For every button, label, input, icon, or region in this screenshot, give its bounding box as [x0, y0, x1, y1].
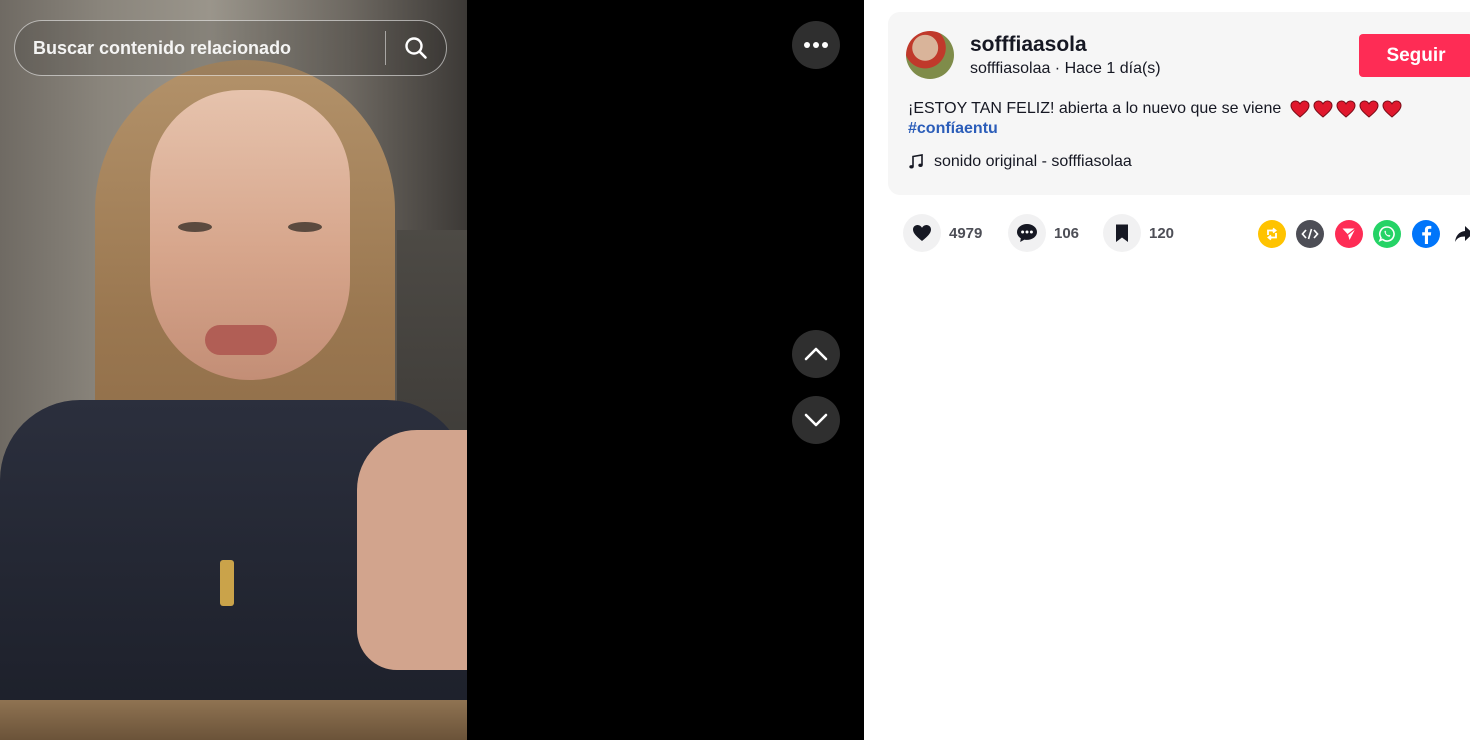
facebook-icon [1422, 225, 1432, 244]
comment-button[interactable]: 106 [1008, 214, 1079, 252]
whatsapp-button[interactable] [1373, 220, 1401, 248]
send-button[interactable] [1335, 220, 1363, 248]
video-person-mouth [205, 325, 277, 355]
heart-emoji-icon [1382, 100, 1402, 118]
repost-button[interactable] [1258, 220, 1286, 248]
search-input[interactable] [15, 21, 385, 75]
caption-text: ¡ESTOY TAN FELIZ! abierta a lo nuevo que… [908, 100, 1282, 117]
heart-icon [913, 225, 931, 241]
author-meta: sofffiasolaa · Hace 1 día(s) [970, 60, 1161, 77]
send-icon [1342, 228, 1356, 240]
embed-icon [1301, 228, 1319, 240]
more-share-button[interactable] [1450, 220, 1470, 248]
heart-emoji-icon [1313, 100, 1333, 118]
save-button[interactable]: 120 [1103, 214, 1174, 252]
related-search-bar[interactable] [14, 20, 447, 76]
comment-count: 106 [1054, 224, 1080, 242]
comment-icon [1017, 224, 1037, 242]
video-player[interactable] [0, 0, 864, 740]
comment-icon-wrap [1008, 214, 1046, 252]
chevron-up-icon [804, 347, 828, 361]
caption-hearts [1290, 100, 1402, 118]
music-note-icon [909, 154, 923, 169]
embed-button[interactable] [1296, 220, 1324, 248]
search-button[interactable] [386, 21, 446, 75]
action-bar: 4979 106 120 [903, 214, 1470, 254]
video-info-card: sofffiaasola sofffiasolaa · Hace 1 día(s… [888, 12, 1470, 195]
heart-emoji-icon [1359, 100, 1379, 118]
save-count: 120 [1149, 224, 1175, 242]
more-options-button[interactable] [792, 21, 840, 69]
chevron-down-icon [804, 413, 828, 427]
video-person-arm [357, 430, 467, 670]
video-table [0, 700, 467, 740]
sound-link[interactable]: sonido original - sofffiasolaa [908, 153, 1132, 171]
hashtag-link[interactable]: #confíaentu [908, 120, 998, 138]
video-person-eye-left [178, 222, 212, 232]
like-button[interactable]: 4979 [903, 214, 982, 252]
share-arrow-icon [1455, 226, 1470, 242]
search-icon [405, 37, 427, 59]
heart-emoji-icon [1290, 100, 1310, 118]
video-person-necklace [220, 560, 234, 606]
like-icon-wrap [903, 214, 941, 252]
next-video-button[interactable] [792, 396, 840, 444]
like-count: 4979 [949, 224, 983, 242]
whatsapp-icon [1378, 226, 1395, 242]
author-display-name[interactable]: sofffiaasola [970, 33, 1087, 57]
sound-title: sonido original - sofffiasolaa [934, 153, 1132, 170]
facebook-button[interactable] [1412, 220, 1440, 248]
follow-button[interactable]: Seguir [1359, 34, 1470, 77]
repost-icon [1267, 227, 1277, 241]
video-frame[interactable] [0, 0, 467, 740]
more-horizontal-icon [804, 42, 828, 48]
bookmark-icon [1116, 224, 1128, 242]
heart-emoji-icon [1336, 100, 1356, 118]
save-icon-wrap [1103, 214, 1141, 252]
avatar[interactable] [906, 31, 954, 79]
post-caption: ¡ESTOY TAN FELIZ! abierta a lo nuevo que… [908, 98, 1402, 120]
video-person-eye-right [288, 222, 322, 232]
previous-video-button[interactable] [792, 330, 840, 378]
